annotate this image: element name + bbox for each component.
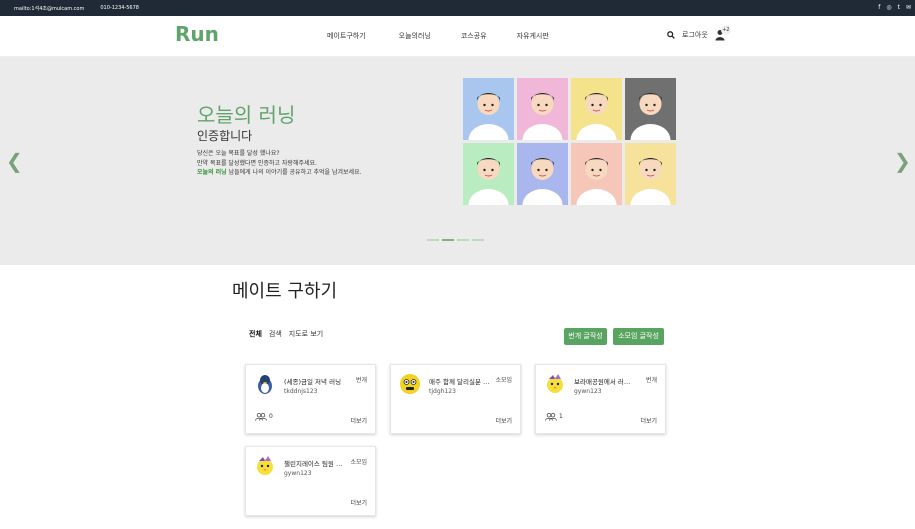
runner-avatar-image <box>625 143 676 205</box>
card-type: 번개 <box>645 377 657 384</box>
card-more-link[interactable]: 더보기 <box>495 416 512 425</box>
user-menu[interactable]: +2 <box>715 25 731 41</box>
tab-search[interactable]: 검색 <box>269 329 282 339</box>
card-more-link[interactable]: 더보기 <box>350 498 367 507</box>
carousel-indicator[interactable] <box>472 239 484 241</box>
card-title[interactable]: 챌린지레이스 팀원 모집 <box>284 458 346 468</box>
card-type: 소모임 <box>495 377 512 384</box>
runner-avatar-image <box>517 78 568 140</box>
hero-desc-line: 당신은 오늘 목표를 달성 했나요? <box>197 150 280 157</box>
notification-badge: +2 <box>720 25 731 35</box>
participant-count: 0 <box>255 413 273 421</box>
carousel-indicator[interactable] <box>427 239 439 241</box>
carousel-prev-icon[interactable]: ❮ <box>6 149 23 173</box>
tab-all[interactable]: 전체 <box>249 329 262 339</box>
runner-avatar-image <box>625 78 676 140</box>
write-lightning-button[interactable]: 번개 글작성 <box>564 328 607 345</box>
social-links: f ◎ t ✉ <box>878 4 911 11</box>
header-actions: 로그아웃 +2 <box>667 25 731 41</box>
runner-avatar-image <box>517 143 568 205</box>
carousel-indicator[interactable] <box>457 239 469 241</box>
mate-card[interactable]: 보라매공원에서 러닝하실분 번개 gywn123 1 더보기 <box>535 364 666 434</box>
mascot-avatar-icon <box>399 373 421 395</box>
main-header: Run 메이트구하기 오늘의러닝 코스공유 자유게시판 로그아웃 +2 <box>0 16 915 57</box>
mate-card[interactable]: 챌린지레이스 팀원 모집 소모임 gywn123 더보기 <box>245 446 376 516</box>
chick-avatar-icon <box>544 373 566 395</box>
nav-item-today-running[interactable]: 오늘의러닝 <box>399 31 431 41</box>
hero-highlight: 오늘의 러닝 <box>197 169 227 176</box>
runner-avatar-image <box>571 143 622 205</box>
participant-count-value: 1 <box>559 413 563 420</box>
mate-card[interactable]: (세종)금일 저녁 러닝 번개 tkddnjs123 0 더보기 <box>245 364 376 434</box>
main-nav: 메이트구하기 오늘의러닝 코스공유 자유게시판 <box>327 31 579 41</box>
instagram-icon[interactable]: ◎ <box>886 4 891 11</box>
site-logo[interactable]: Run <box>175 22 219 46</box>
contact-info: mailto:1석4조@mulcam.com 010-1234-5678 <box>14 5 139 12</box>
nav-item-free-board[interactable]: 자유게시판 <box>517 31 549 41</box>
card-more-link[interactable]: 더보기 <box>640 416 657 425</box>
logout-link[interactable]: 로그아웃 <box>682 30 708 40</box>
top-bar: mailto:1석4조@mulcam.com 010-1234-5678 f ◎… <box>0 0 915 16</box>
participant-count: 1 <box>545 413 563 421</box>
hero-desc-line: 만약 목표를 달성했다면 인증하고 자랑해주세요. <box>197 159 317 167</box>
facebook-icon[interactable]: f <box>878 4 880 11</box>
card-author: tkddnjs123 <box>284 388 318 395</box>
mate-card[interactable]: 매주 함께 달리실분 구합니다 소모임 tjdgh123 더보기 <box>390 364 521 434</box>
hero-carousel: ❮ ❯ 오늘의 러닝 인증합니다 당신은 오늘 목표를 달성 했나요? 만약 목… <box>0 57 915 265</box>
contact-email[interactable]: mailto:1석4조@mulcam.com <box>14 5 84 12</box>
carousel-indicator[interactable] <box>442 239 454 241</box>
runner-avatar-image <box>571 78 622 140</box>
write-group-button[interactable]: 소모임 글작성 <box>613 328 664 345</box>
card-title[interactable]: (세종)금일 저녁 러닝 <box>284 376 346 386</box>
runner-avatar-image <box>463 78 514 140</box>
card-author: gywn123 <box>284 470 312 477</box>
carousel-indicators <box>427 239 484 241</box>
group-icon <box>255 413 267 421</box>
hero-description: 당신은 오늘 목표를 달성 했나요? 만약 목표를 달성했다면 인증하고 자랑해… <box>197 149 362 178</box>
hero-desc-text: 남들에게 나의 이야기를 공유하고 추억을 남겨보세요. <box>226 169 362 176</box>
card-title[interactable]: 매주 함께 달리실분 구합니다 <box>429 376 491 386</box>
hero-subtitle: 인증합니다 <box>197 129 253 143</box>
group-icon <box>545 413 557 421</box>
card-more-link[interactable]: 더보기 <box>350 416 367 425</box>
card-type: 번개 <box>355 377 367 384</box>
twitter-icon[interactable]: t <box>898 4 900 11</box>
nav-item-course-share[interactable]: 코스공유 <box>461 31 487 41</box>
mail-icon[interactable]: ✉ <box>906 4 911 11</box>
card-author: gywn123 <box>574 388 602 395</box>
penguin-avatar-icon <box>254 373 276 395</box>
section-title: 메이트 구하기 <box>232 281 338 302</box>
card-author: tjdgh123 <box>429 388 456 395</box>
carousel-next-icon[interactable]: ❯ <box>894 149 911 173</box>
search-icon[interactable] <box>667 31 675 39</box>
runner-avatar-image <box>463 143 514 205</box>
nav-item-mate[interactable]: 메이트구하기 <box>327 31 366 41</box>
contact-phone: 010-1234-5678 <box>100 5 139 11</box>
chick-avatar-icon <box>254 455 276 477</box>
tab-map-view[interactable]: 지도로 보기 <box>289 329 323 339</box>
participant-count-value: 0 <box>269 413 273 420</box>
card-type: 소모임 <box>350 459 367 466</box>
runner-avatar-grid <box>463 78 679 208</box>
hero-title: 오늘의 러닝 <box>197 103 296 127</box>
card-title[interactable]: 보라매공원에서 러닝하실분 <box>574 376 636 386</box>
hero-desc-line: 오늘의 러닝 남들에게 나의 이야기를 공유하고 추억을 남겨보세요. <box>197 168 362 178</box>
mate-tabs: 전체 검색 지도로 보기 <box>249 329 323 339</box>
